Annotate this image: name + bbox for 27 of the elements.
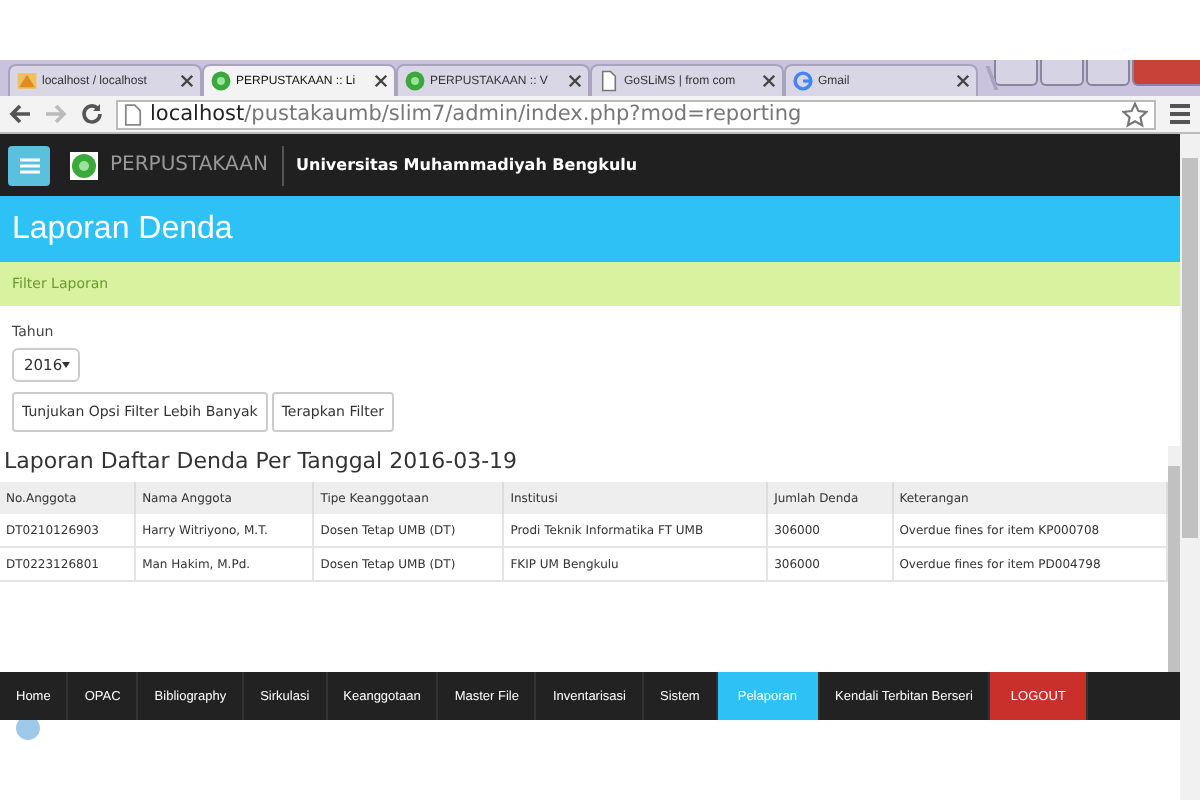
favicon-icon (792, 70, 814, 92)
favicon-icon (598, 70, 620, 92)
address-field[interactable]: localhost/pustakaumb/slim7/admin/index.php?mod=reporting (116, 99, 1156, 129)
caret-icon (62, 362, 71, 368)
scrollbar[interactable] (1168, 446, 1180, 672)
avatar-icon (16, 720, 40, 740)
report-title: Laporan Daftar Denda Per Tanggal 2016-03-19 (2, 446, 520, 478)
page-icon (124, 103, 142, 125)
logo-icon (70, 151, 98, 179)
close-icon[interactable] (374, 74, 388, 88)
close-icon[interactable] (180, 74, 194, 88)
favicon-icon (210, 70, 232, 92)
institution-name: Universitas Muhammadiyah Bengkulu (296, 156, 638, 174)
back-icon[interactable] (8, 102, 32, 126)
favicon-icon (404, 70, 426, 92)
menu-button[interactable] (8, 145, 50, 185)
star-icon[interactable] (1122, 101, 1148, 127)
favicon-icon (16, 70, 38, 92)
page-title: Laporan Denda (12, 211, 233, 247)
close-icon[interactable] (956, 74, 970, 88)
menu-icon (19, 157, 39, 173)
close-icon[interactable] (762, 74, 776, 88)
close-icon[interactable] (568, 74, 582, 88)
scrollbar[interactable] (1180, 134, 1200, 800)
app-name: PERPUSTAKAAN (110, 145, 284, 185)
reload-icon[interactable] (80, 102, 104, 126)
menu-icon[interactable] (1168, 102, 1192, 126)
